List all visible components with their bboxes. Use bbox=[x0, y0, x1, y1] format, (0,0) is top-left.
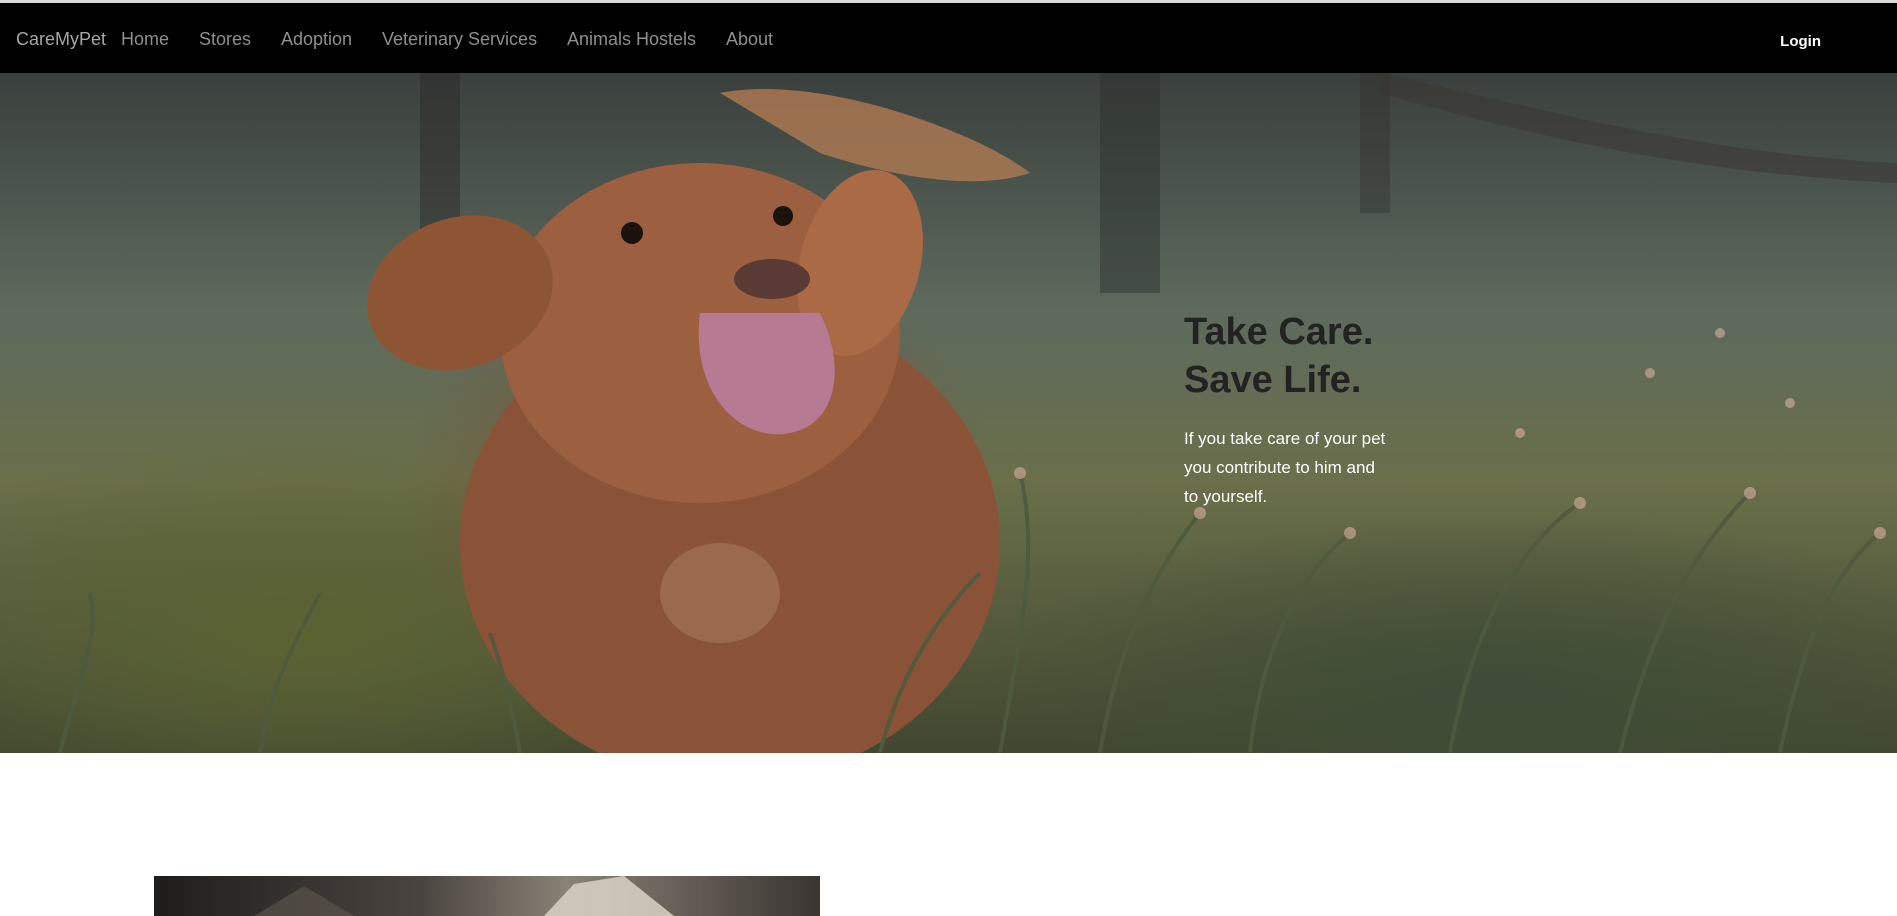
navbar: CareMyPet Home Stores Adoption Veterinar… bbox=[0, 3, 1897, 73]
nav-home[interactable]: Home bbox=[121, 29, 169, 50]
nav-animals-hostels[interactable]: Animals Hostels bbox=[567, 29, 696, 50]
hero-subtitle-line-2: you contribute to him and bbox=[1184, 458, 1375, 477]
hero-title-line-2: Save Life. bbox=[1184, 359, 1362, 401]
login-button[interactable]: Login bbox=[1780, 33, 1821, 50]
hero-dog-photo bbox=[58, 73, 1897, 753]
hero-subtitle: If you take care of your pet you contrib… bbox=[1184, 424, 1444, 511]
cat-photo-thumbnail bbox=[154, 876, 820, 916]
nav-stores[interactable]: Stores bbox=[199, 29, 251, 50]
hero-subtitle-line-3: to yourself. bbox=[1184, 487, 1268, 506]
hero-text-block: Take Care. Save Life. If you take care o… bbox=[1184, 308, 1444, 511]
hero-subtitle-line-1: If you take care of your pet bbox=[1184, 429, 1386, 448]
hero-banner: Take Care. Save Life. If you take care o… bbox=[0, 73, 1897, 753]
nav-veterinary-services[interactable]: Veterinary Services bbox=[382, 29, 537, 50]
hero-title-line-1: Take Care. bbox=[1184, 311, 1374, 353]
nav-adoption[interactable]: Adoption bbox=[281, 29, 352, 50]
nav-about[interactable]: About bbox=[726, 29, 773, 50]
brand-logo[interactable]: CareMyPet bbox=[16, 29, 106, 50]
